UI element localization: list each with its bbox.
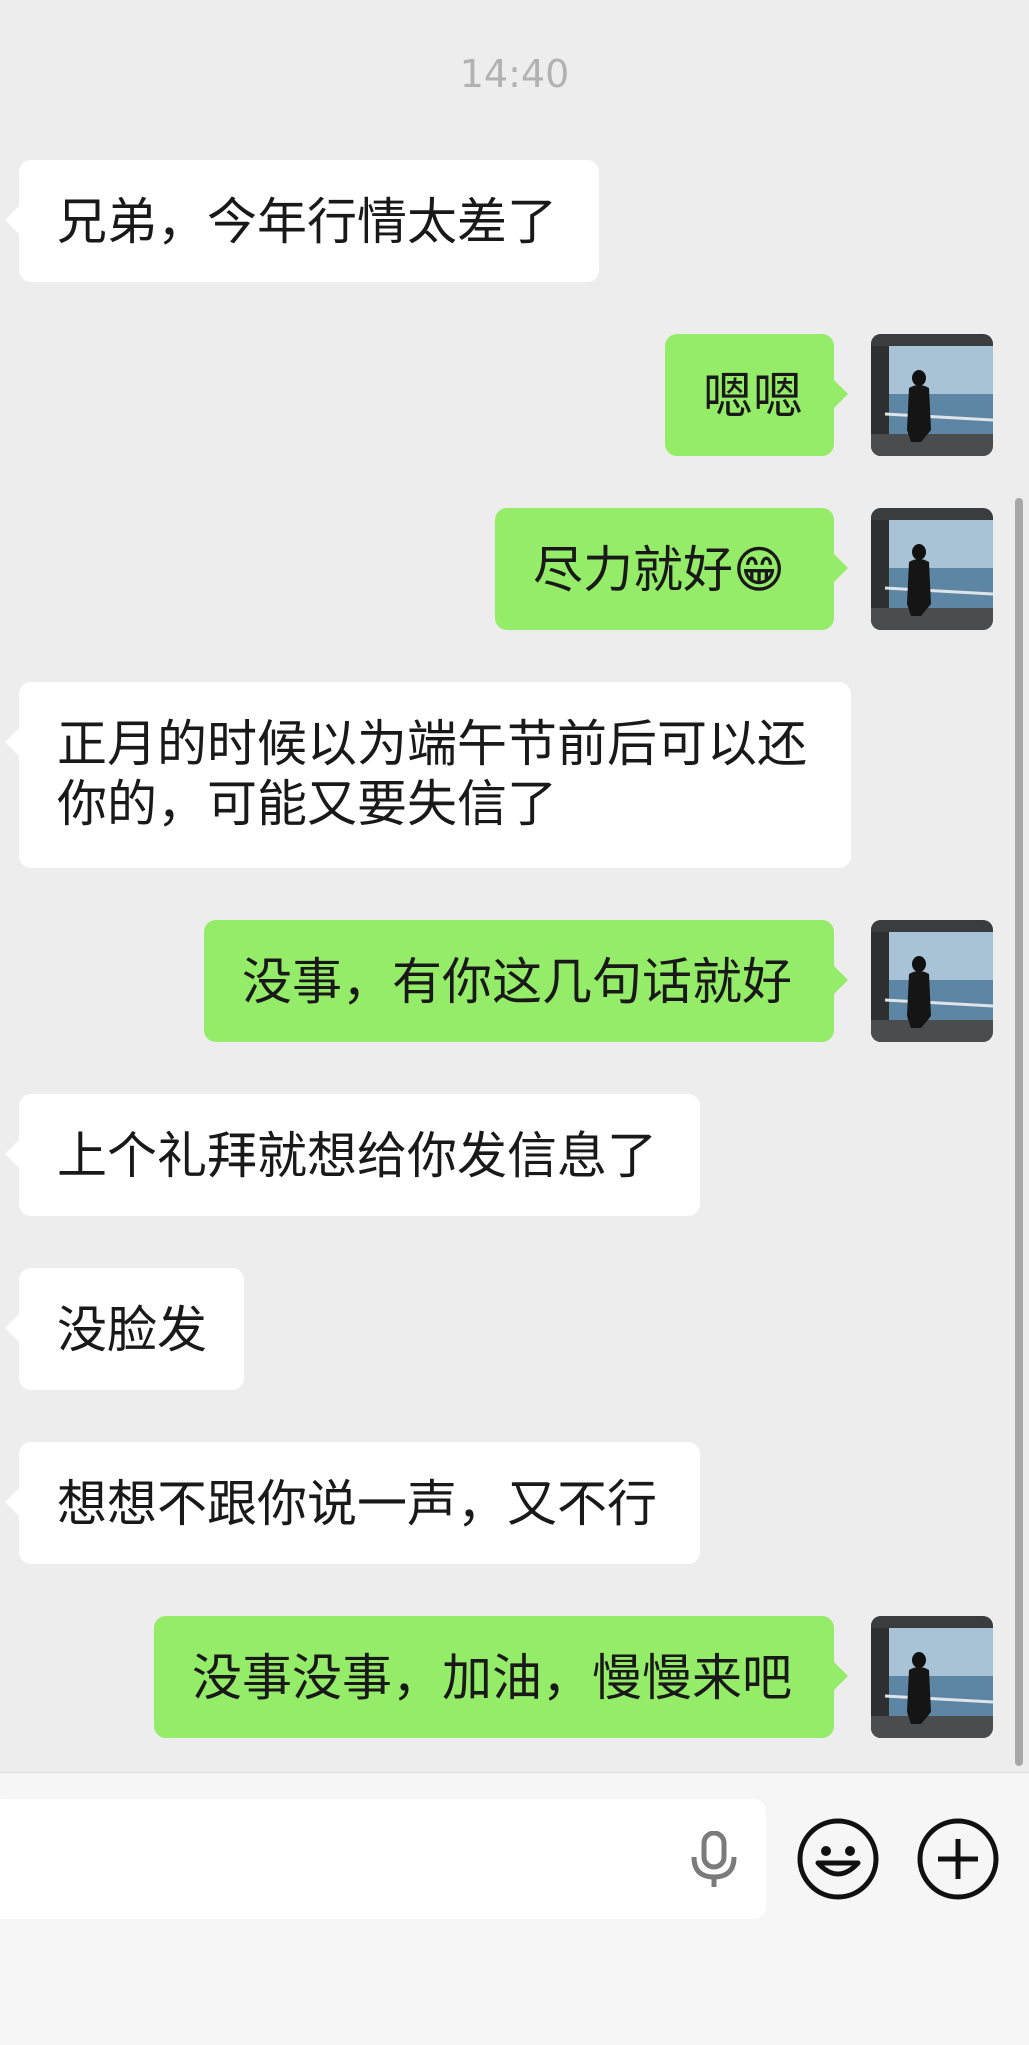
smiley-face-icon (797, 1818, 879, 1900)
input-bar (0, 1772, 1029, 2045)
outgoing-message[interactable]: 尽力就好😁 (495, 508, 848, 630)
chat-scrollbar[interactable] (1015, 498, 1023, 1766)
incoming-message[interactable]: 上个礼拜就想给你发信息了 (5, 1094, 700, 1216)
user-avatar[interactable] (871, 508, 993, 630)
outgoing-message[interactable]: 没事，有你这几句话就好 (204, 920, 848, 1042)
more-button[interactable] (916, 1817, 1000, 1905)
microphone-icon[interactable] (688, 1830, 740, 1893)
incoming-message[interactable]: 想想不跟你说一声，又不行 (5, 1442, 700, 1564)
incoming-message[interactable]: 兄弟，今年行情太差了 (5, 160, 599, 282)
plus-circle-icon (917, 1818, 999, 1900)
chat-area[interactable]: 14:40 兄弟，今年行情太差了 嗯嗯 尽力就好😁 正月的时候以为端午节前后可以… (0, 0, 1029, 1772)
incoming-message[interactable]: 正月的时候以为端午节前后可以还你的，可能又要失信了 (5, 682, 851, 868)
emoji-button[interactable] (796, 1817, 880, 1905)
user-avatar[interactable] (871, 334, 993, 456)
incoming-message[interactable]: 没脸发 (5, 1268, 244, 1390)
message-timestamp: 14:40 (459, 52, 570, 96)
message-input[interactable] (0, 1799, 766, 1919)
outgoing-message[interactable]: 没事没事，加油，慢慢来吧 (154, 1616, 848, 1738)
outgoing-message[interactable]: 嗯嗯 (665, 334, 848, 456)
user-avatar[interactable] (871, 1616, 993, 1738)
user-avatar[interactable] (871, 920, 993, 1042)
